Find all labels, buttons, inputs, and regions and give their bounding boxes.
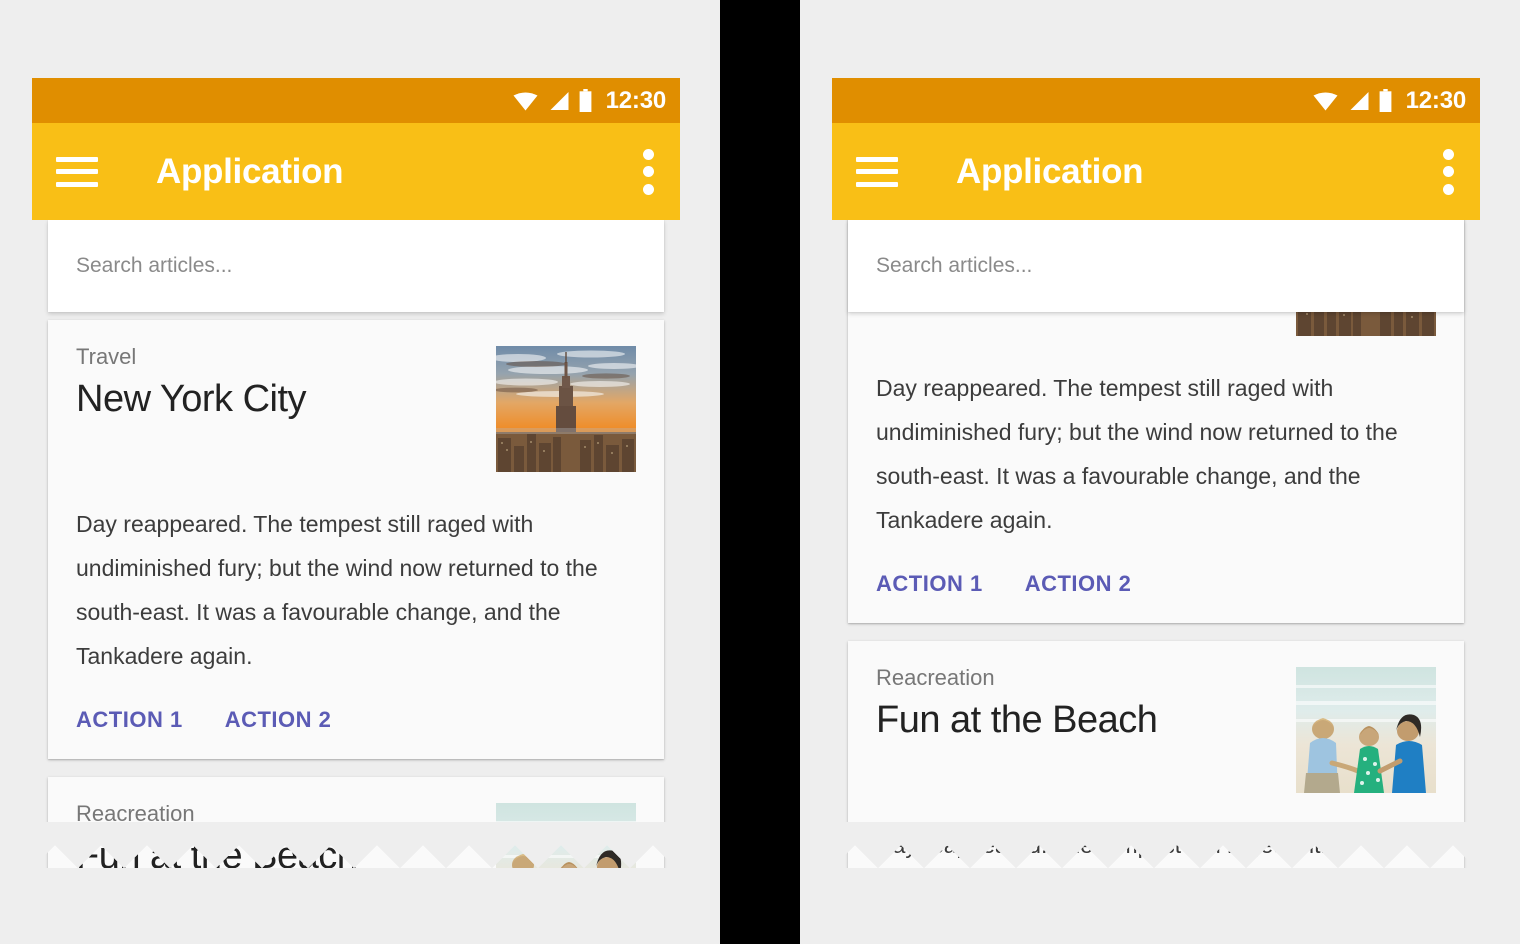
status-bar-icons: 12:30 bbox=[513, 87, 666, 115]
signal-icon bbox=[547, 91, 570, 111]
card-body-text: Day reappeared. The tempest still raged … bbox=[76, 502, 636, 679]
hamburger-menu-icon[interactable] bbox=[856, 157, 898, 187]
signal-icon bbox=[1347, 91, 1370, 111]
article-card[interactable]: Reacreation Fun at the Beach bbox=[848, 641, 1464, 868]
search-bar[interactable]: Search articles... bbox=[848, 220, 1464, 312]
card-category: Travel bbox=[76, 344, 478, 370]
card-title: Fun at the Beach bbox=[76, 836, 478, 868]
card-body-text: Day reappeared. The tempest still raged … bbox=[876, 366, 1436, 543]
card-header-text: Travel New York City bbox=[76, 344, 478, 421]
app-title: Application bbox=[156, 152, 343, 192]
family-at-the-beach-photo bbox=[1296, 667, 1436, 793]
hamburger-menu-icon[interactable] bbox=[56, 157, 98, 187]
panel-divider bbox=[720, 0, 800, 944]
status-bar-clock: 12:30 bbox=[1406, 87, 1466, 115]
wifi-icon bbox=[513, 91, 538, 111]
right-phone-preview: 12:30 Application Search articles... bbox=[832, 78, 1480, 868]
status-bar-icons: 12:30 bbox=[1313, 87, 1466, 115]
card-title: New York City bbox=[76, 379, 478, 421]
article-card[interactable]: Travel New York City bbox=[48, 320, 664, 759]
card-header-text: Reacreation Fun at the Beach bbox=[876, 665, 1278, 742]
search-input-placeholder[interactable]: Search articles... bbox=[76, 254, 232, 278]
app-title: Application bbox=[956, 152, 1143, 192]
search-bar[interactable]: Search articles... bbox=[48, 220, 664, 312]
new-york-city-skyline-sunset-photo bbox=[496, 346, 636, 472]
screenshot-stage: 12:30 Application Search articles... bbox=[0, 0, 1520, 944]
battery-icon bbox=[579, 89, 592, 112]
card-header: Reacreation Fun at the Beach bbox=[876, 665, 1436, 793]
status-bar: 12:30 bbox=[32, 78, 680, 123]
card-body-text: Day reappeared. The tempest still raged … bbox=[876, 823, 1436, 868]
card-category: Reacreation bbox=[876, 665, 1278, 691]
battery-icon bbox=[1379, 89, 1392, 112]
card-actions: ACTION 1 ACTION 2 bbox=[76, 679, 636, 759]
card-header-text: Reacreation Fun at the Beach bbox=[76, 801, 478, 868]
article-list: Travel New York City bbox=[32, 320, 680, 868]
overflow-menu-icon[interactable] bbox=[642, 149, 654, 195]
card-header: Travel New York City bbox=[76, 344, 636, 472]
card-action-1-button[interactable]: ACTION 1 bbox=[876, 571, 983, 597]
card-category: Reacreation bbox=[76, 801, 478, 827]
status-bar: 12:30 bbox=[832, 78, 1480, 123]
search-input-placeholder[interactable]: Search articles... bbox=[876, 254, 1032, 278]
app-bar: Application bbox=[832, 123, 1480, 220]
wifi-icon bbox=[1313, 91, 1338, 111]
overflow-menu-icon[interactable] bbox=[1442, 149, 1454, 195]
card-action-2-button[interactable]: ACTION 2 bbox=[1025, 571, 1132, 597]
content-scroll-area[interactable]: Search articles... Travel New York City bbox=[832, 220, 1480, 868]
content-scroll-area[interactable]: Search articles... Travel New York City bbox=[32, 220, 680, 868]
card-header: Reacreation Fun at the Beach bbox=[76, 801, 636, 868]
card-action-2-button[interactable]: ACTION 2 bbox=[225, 707, 332, 733]
family-at-the-beach-photo bbox=[496, 803, 636, 868]
card-actions: ACTION 1 ACTION 2 bbox=[876, 543, 1436, 623]
left-phone-preview: 12:30 Application Search articles... bbox=[32, 78, 680, 868]
status-bar-clock: 12:30 bbox=[606, 87, 666, 115]
article-card[interactable]: Reacreation Fun at the Beach bbox=[48, 777, 664, 868]
card-title: Fun at the Beach bbox=[876, 700, 1278, 742]
article-list: Travel New York City bbox=[832, 220, 1480, 868]
card-action-1-button[interactable]: ACTION 1 bbox=[76, 707, 183, 733]
app-bar: Application bbox=[32, 123, 680, 220]
